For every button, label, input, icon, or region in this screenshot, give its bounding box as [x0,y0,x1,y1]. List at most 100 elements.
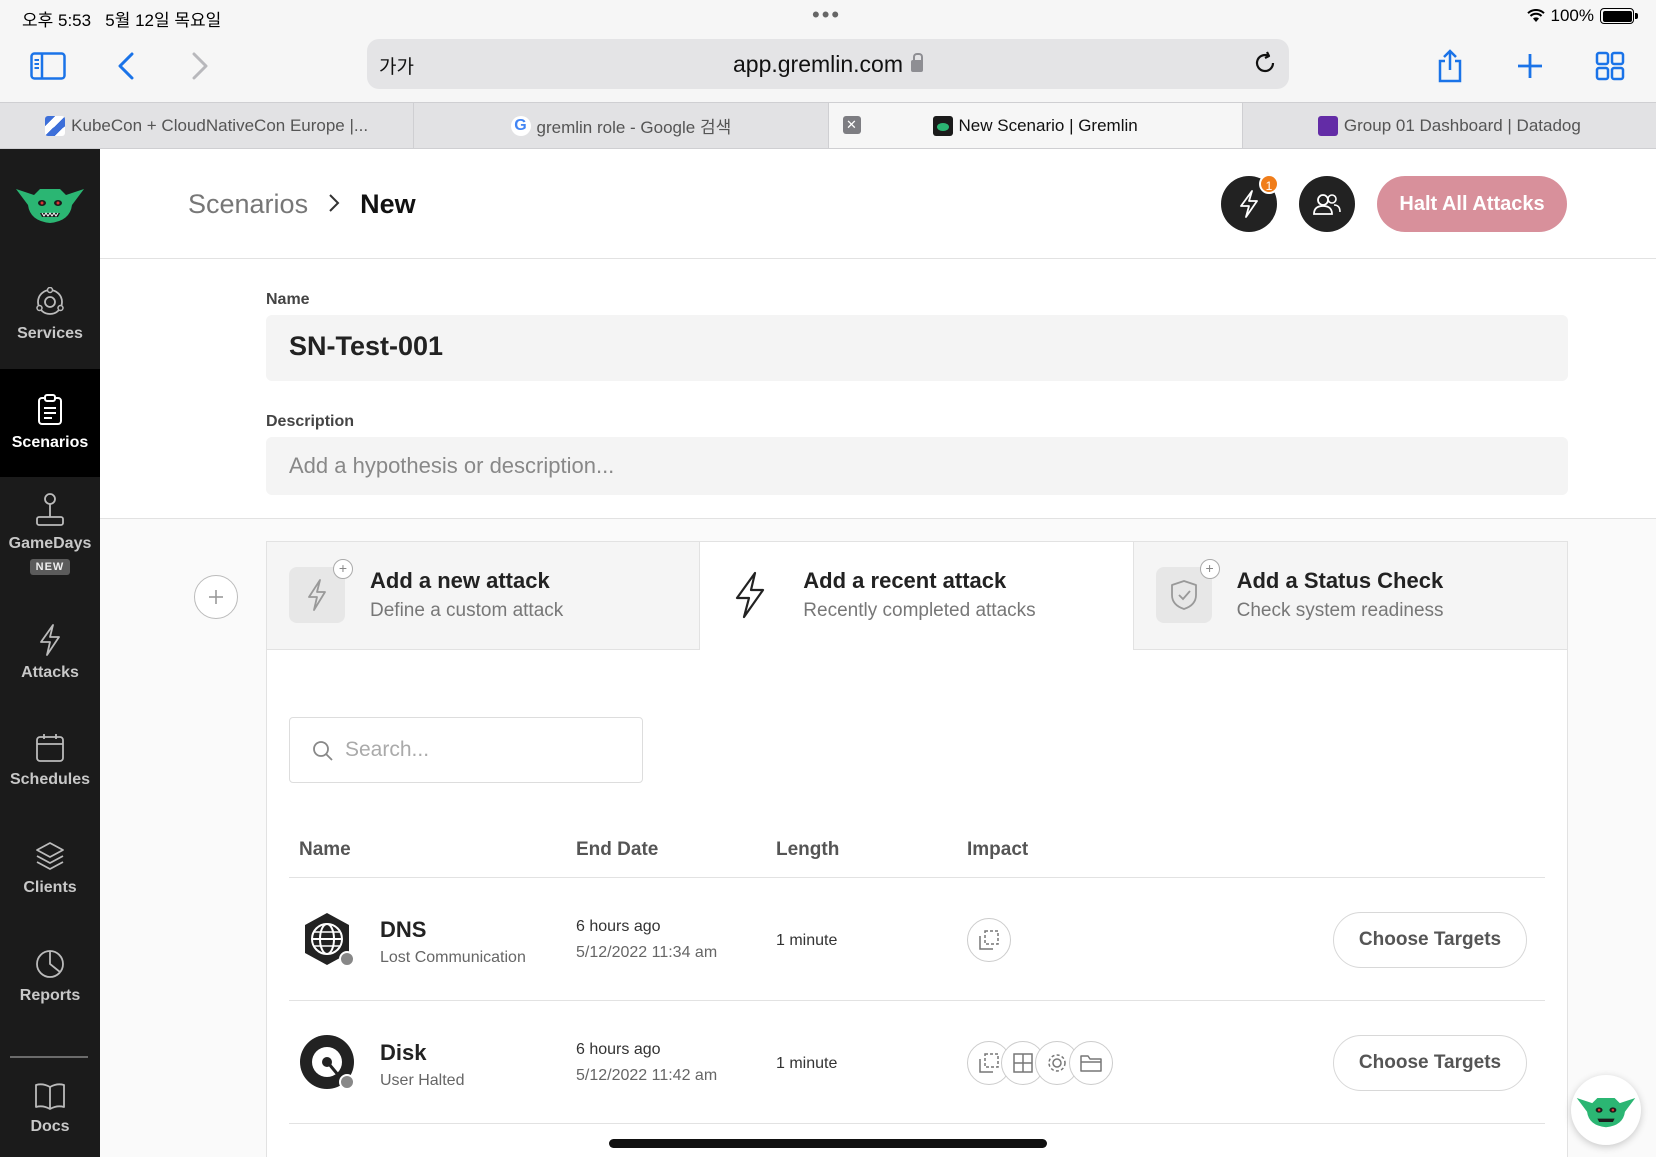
halt-all-attacks-button[interactable]: Halt All Attacks [1377,176,1567,232]
browser-tab-datadog[interactable]: Group 01 Dashboard | Datadog [1243,103,1656,148]
plus-icon [209,590,223,604]
attack-name: DNS [380,917,427,942]
sidebar-item-clients[interactable]: Clients [0,815,100,923]
help-chat-button[interactable] [1571,1075,1641,1145]
sidebar-item-reports[interactable]: Reports [0,923,100,1031]
new-tab-icon[interactable] [1508,44,1552,88]
sidebar-item-schedules[interactable]: Schedules [0,707,100,815]
notification-badge: 1 [1259,174,1279,194]
scenario-builder: + Add a new attack Define a custom attac… [100,519,1656,1157]
name-label: Name [266,291,310,308]
sidebar-toggle-icon[interactable] [26,44,70,88]
add-new-attack-option[interactable]: + Add a new attack Define a custom attac… [267,542,701,650]
choose-targets-button[interactable]: Choose Targets [1333,1035,1527,1091]
address-bar[interactable]: 가가 app.gremlin.com [367,39,1289,89]
browser-tab-gremlin[interactable]: ✕ New Scenario | Gremlin [828,103,1243,148]
breadcrumb-scenarios-link[interactable]: Scenarios [188,189,308,220]
book-icon [35,1083,65,1110]
browser-toolbar: 가가 app.gremlin.com [0,34,1656,102]
description-placeholder: Add a hypothesis or description... [289,453,615,478]
search-placeholder: Search... [345,738,430,761]
status-time: 오후 5:53 5월 12일 목요일 [22,11,222,30]
datadog-favicon [1317,115,1338,136]
sidebar-item-gamedays[interactable]: GameDays NEW [0,475,100,593]
attack-status: User Halted [380,1072,465,1089]
add-step-button[interactable] [194,575,238,619]
column-header-impact: Impact [967,839,1029,860]
sidebar-item-services[interactable]: Services [0,261,100,369]
add-step-panel: + Add a new attack Define a custom attac… [266,541,1568,1157]
search-input[interactable]: Search... [289,717,643,783]
sidebar-item-label: Services [17,325,83,342]
services-icon [36,287,64,315]
joystick-icon [36,493,64,526]
status-bar: 오후 5:53 5월 12일 목요일 ••• 100% [0,0,1656,34]
name-field[interactable]: SN-Test-001 [266,315,1568,381]
column-header-end-date[interactable]: End Date [576,839,658,861]
table-row: DNS Lost Communication 6 hours ago 5/12/… [289,878,1545,1001]
sidebar-item-label: Schedules [9,771,91,788]
option-subtitle: Define a custom attack [370,600,564,621]
lightning-icon [722,567,778,623]
back-icon[interactable] [104,44,148,88]
sidebar-item-attacks[interactable]: Attacks [0,599,100,707]
add-status-check-option[interactable]: + Add a Status Check Check system readin… [1133,542,1567,650]
plus-icon: + [333,559,353,579]
option-title: Add a Status Check [1236,568,1444,593]
option-title: Add a recent attack [803,568,1007,593]
multitasking-dots[interactable]: ••• [812,2,841,28]
reload-icon[interactable] [1253,51,1277,80]
app-sidebar: Services Scenarios GameDays NEW Attacks … [0,149,100,1157]
status-dot [339,1074,355,1090]
new-attack-icon: + [289,559,353,623]
sidebar-item-label: Docs [30,1118,70,1135]
browser-tab-google[interactable]: G gremlin role - Google 검색 [414,103,829,148]
tab-overview-icon[interactable] [1588,44,1632,88]
search-icon [313,741,333,761]
chevron-right-icon [328,189,340,220]
sidebar-item-label: Clients [23,879,77,896]
end-date-relative: 6 hours ago [576,918,661,935]
active-attacks-button[interactable]: 1 [1221,174,1279,232]
container-icon [967,918,1011,962]
gremlin-favicon [932,115,953,136]
sidebar-item-label: Attacks [21,664,79,681]
close-tab-icon[interactable]: ✕ [842,116,861,134]
table-header: Name End Date Length Impact [289,822,1545,878]
description-label: Description [266,413,355,430]
new-badge: NEW [29,559,71,575]
users-icon [1313,194,1341,215]
home-indicator[interactable] [609,1139,1047,1148]
clipboard-icon [38,394,62,425]
battery-icon [1600,8,1638,24]
impact-icons [967,918,1011,962]
team-button[interactable] [1299,176,1355,232]
disk-attack-icon [299,1034,355,1090]
attack-name: Disk [380,1040,427,1065]
forward-icon[interactable] [178,44,222,88]
status-right: 100% [1526,6,1638,26]
sidebar-item-scenarios[interactable]: Scenarios [0,369,100,477]
choose-targets-button[interactable]: Choose Targets [1333,912,1527,968]
share-icon[interactable] [1428,44,1472,88]
status-dot [339,951,355,967]
attack-status: Lost Communication [380,949,526,966]
sidebar-item-docs[interactable]: Docs [0,1055,100,1157]
gremlin-logo[interactable] [14,179,86,227]
sidebar-item-label: Scenarios [11,434,89,451]
add-recent-attack-option[interactable]: Add a recent attack Recently completed a… [700,542,1134,650]
browser-tab-kubecon[interactable]: KubeCon + CloudNativeCon Europe |... [0,103,415,148]
page-header: Scenarios New 1 Halt All Attacks [100,149,1656,259]
description-field[interactable]: Add a hypothesis or description... [266,437,1568,495]
dns-attack-icon [299,911,355,967]
end-date-absolute: 5/12/2022 11:42 am [576,1067,718,1084]
table-row: Disk User Halted 6 hours ago 5/12/2022 1… [289,1001,1545,1124]
attack-length: 1 minute [776,1055,838,1072]
breadcrumb: Scenarios New [188,189,416,220]
shield-check-icon: + [1155,559,1220,623]
step-options: + Add a new attack Define a custom attac… [267,542,1567,650]
scenario-form: Name SN-Test-001 Description Add a hypot… [100,259,1656,519]
folder-icon [1069,1041,1113,1085]
column-header-name[interactable]: Name [299,839,351,861]
column-header-length[interactable]: Length [776,839,839,861]
